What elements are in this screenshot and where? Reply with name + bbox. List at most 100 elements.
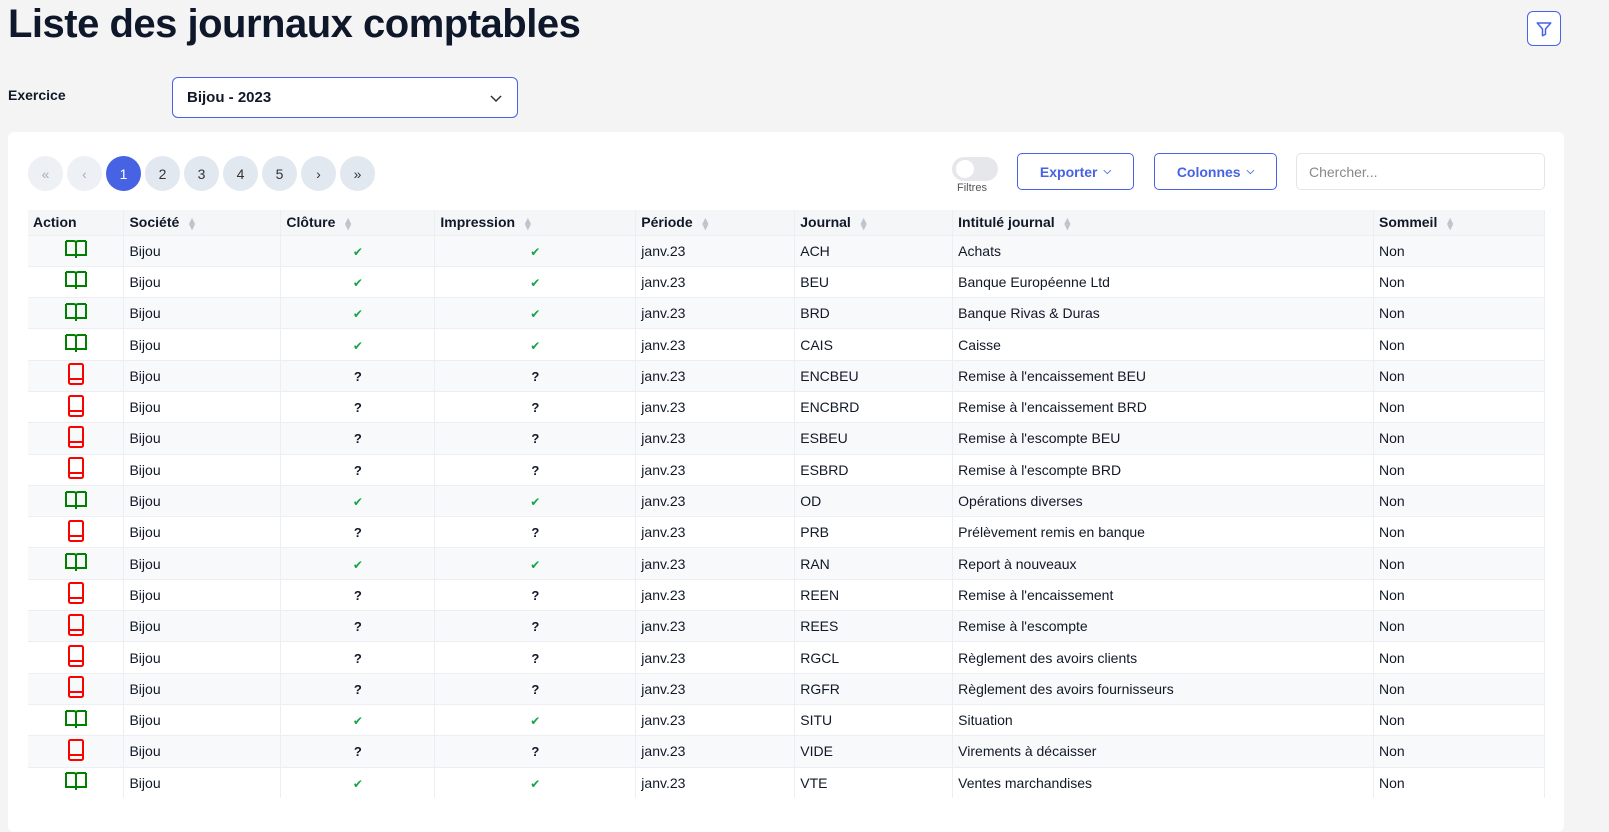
periode-cell: janv.23 [635, 641, 796, 674]
page-button[interactable]: 3 [184, 156, 219, 191]
sort-icon[interactable]: ▴ ▾ [345, 215, 351, 232]
intitule-cell: Banque Européenne Ltd [952, 265, 1374, 298]
sommeil-cell: Non [1373, 735, 1546, 768]
sort-icon[interactable]: ▴ ▾ [861, 215, 867, 232]
journal-cell: ENCBEU [794, 359, 954, 392]
closed-book-icon[interactable] [66, 394, 86, 420]
column-header[interactable]: Journal ▴ ▾ [794, 210, 954, 235]
next-page-button[interactable]: › [301, 156, 336, 191]
cloture-status: ✔ [352, 338, 363, 353]
closed-book-icon[interactable] [66, 425, 86, 451]
journal-cell: BRD [794, 297, 954, 329]
open-book-icon[interactable] [64, 270, 88, 293]
column-header[interactable]: Clôture ▴ ▾ [280, 210, 436, 235]
periode-cell: janv.23 [635, 390, 796, 423]
columns-button[interactable]: Colonnes ⌵ [1154, 153, 1277, 190]
table-row: Bijou ✔ ✔ janv.23 SITU Situation Non [28, 703, 1546, 736]
open-book-icon[interactable] [64, 239, 88, 262]
sort-icon[interactable]: ▴ ▾ [1065, 215, 1071, 232]
journals-table: Action Société ▴ ▾ Clôture ▴ ▾ Impression ▴ ▾ Péri… [28, 210, 1546, 799]
filter-button[interactable] [1527, 11, 1561, 46]
cloture-status: ✔ [352, 495, 363, 510]
pagination: « ‹ 12345 › » [28, 156, 375, 191]
last-page-button[interactable]: » [340, 156, 375, 191]
sort-icon[interactable]: ▴ ▾ [189, 215, 195, 232]
page-title: Liste des journaux comptables [8, 2, 581, 46]
intitule-cell: Remise à l'encaissement BEU [952, 359, 1374, 392]
chevron-down-icon: ⌵ [1246, 166, 1255, 177]
page-button[interactable]: 5 [262, 156, 297, 191]
open-book-icon[interactable] [64, 490, 88, 513]
column-header[interactable]: Société ▴ ▾ [123, 210, 282, 235]
open-book-icon[interactable] [64, 552, 88, 575]
periode-cell: janv.23 [635, 297, 796, 329]
table-row: Bijou ?? janv.23 VIDE Virements à décais… [28, 735, 1546, 768]
closed-book-icon[interactable] [66, 738, 86, 764]
closed-book-icon[interactable] [66, 645, 86, 670]
open-book-icon[interactable] [64, 771, 88, 794]
societe-cell: Bijou [123, 766, 282, 799]
closed-book-icon[interactable] [66, 676, 86, 701]
cloture-status: ✔ [352, 557, 363, 572]
journal-cell: VIDE [794, 735, 954, 768]
intitule-cell: Remise à l'escompte BRD [952, 453, 1374, 486]
export-button[interactable]: Exporter ⌵ [1017, 153, 1134, 190]
intitule-cell: Achats [952, 234, 1374, 267]
prev-page-button[interactable]: ‹ [67, 156, 102, 191]
exercice-label: Exercice [8, 87, 66, 103]
column-header[interactable]: Sommeil ▴ ▾ [1373, 210, 1546, 235]
closed-book-icon[interactable] [66, 519, 86, 545]
search-input[interactable] [1296, 153, 1545, 190]
sort-icon[interactable]: ▴ ▾ [703, 215, 709, 232]
open-book-icon[interactable] [64, 333, 88, 356]
impression-status: ✔ [530, 557, 541, 572]
table-row: Bijou ✔ ✔ janv.23 BEU Banque Européenne L… [28, 265, 1546, 298]
closed-book-icon[interactable] [66, 613, 86, 639]
cloture-status: ? [353, 462, 362, 478]
page-button[interactable]: 1 [106, 156, 141, 191]
table-row: Bijou ?? janv.23 RGCL Règlement des avoi… [28, 641, 1546, 674]
intitule-cell: Banque Rivas & Duras [952, 297, 1374, 329]
sommeil-cell: Non [1373, 484, 1546, 517]
page-button[interactable]: 4 [223, 156, 258, 191]
table-row: Bijou ?? janv.23 REEN Remise à l'encaiss… [28, 578, 1546, 611]
periode-cell: janv.23 [635, 234, 796, 267]
intitule-cell: Remise à l'escompte BEU [952, 422, 1374, 455]
sort-icon[interactable]: ▴ ▾ [525, 215, 531, 232]
table-row: Bijou ✔ ✔ janv.23 RAN Report à nouveaux N… [28, 547, 1546, 580]
column-header[interactable]: Impression ▴ ▾ [434, 210, 637, 235]
societe-cell: Bijou [123, 703, 282, 736]
page-button[interactable]: 2 [145, 156, 180, 191]
filters-toggle[interactable] [952, 157, 998, 181]
intitule-cell: Remise à l'encaissement BRD [952, 390, 1374, 423]
column-header-label: Société [129, 214, 180, 231]
open-book-icon[interactable] [64, 302, 88, 325]
cloture-status: ? [353, 431, 362, 447]
table-row: Bijou ?? janv.23 ENCBRD Remise à l'encai… [28, 390, 1546, 423]
column-header-label: Impression [440, 214, 516, 231]
sommeil-cell: Non [1373, 516, 1546, 548]
sort-icon[interactable]: ▴ ▾ [1447, 215, 1453, 232]
open-book-icon[interactable] [64, 709, 88, 732]
chevron-down-icon: ⌵ [1103, 166, 1112, 177]
column-header[interactable]: Période ▴ ▾ [635, 210, 796, 235]
table-row: Bijou ?? janv.23 ESBEU Remise à l'escomp… [28, 422, 1546, 455]
journal-cell: SITU [794, 703, 954, 736]
cloture-status: ? [353, 619, 362, 635]
societe-cell: Bijou [123, 234, 282, 267]
sommeil-cell: Non [1373, 359, 1546, 392]
exercice-select[interactable]: Bijou - 2023 [172, 77, 518, 118]
closed-book-icon[interactable] [66, 457, 86, 482]
societe-cell: Bijou [123, 516, 282, 548]
closed-book-icon[interactable] [66, 582, 86, 607]
sommeil-cell: Non [1373, 234, 1546, 267]
impression-status: ? [531, 650, 540, 666]
closed-book-icon[interactable] [66, 363, 86, 388]
column-header[interactable]: Intitulé journal ▴ ▾ [952, 210, 1374, 235]
cloture-status: ✔ [352, 714, 363, 729]
intitule-cell: Prélèvement remis en banque [952, 516, 1374, 548]
first-page-button[interactable]: « [28, 156, 63, 191]
columns-label: Colonnes [1176, 163, 1241, 180]
column-header-label: Période [641, 214, 693, 231]
sommeil-cell: Non [1373, 297, 1546, 329]
